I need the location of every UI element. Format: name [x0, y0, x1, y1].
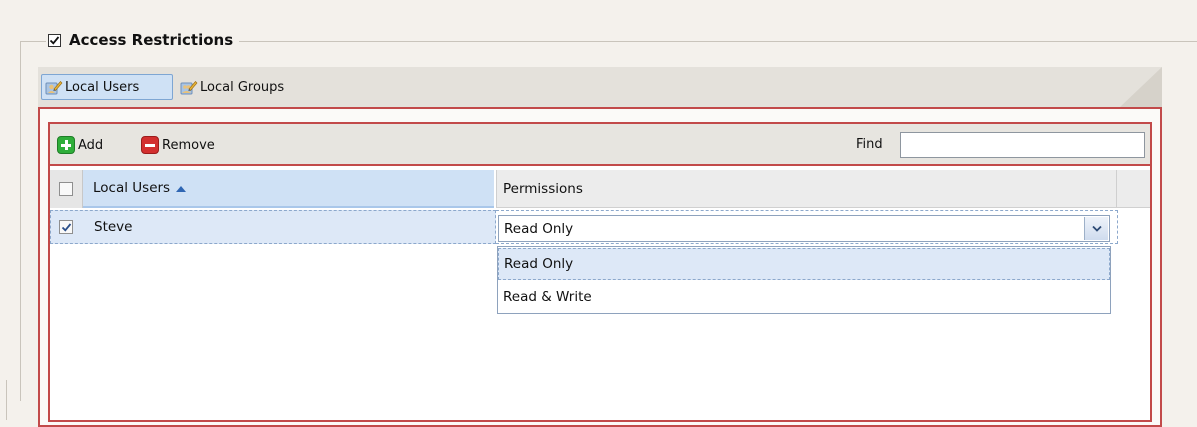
checkmark-icon [49, 35, 60, 45]
access-restrictions-checkbox[interactable] [48, 33, 61, 47]
add-icon [57, 136, 75, 154]
section-title: Access Restrictions [69, 31, 234, 49]
permission-select[interactable]: Read Only [498, 215, 1110, 242]
remove-button-label: Remove [162, 137, 215, 153]
dropdown-option-read-only[interactable]: Read Only [498, 248, 1110, 280]
permission-dropdown-list: Read Only Read & Write [497, 246, 1111, 314]
users-pencil-icon [45, 81, 63, 95]
add-button[interactable]: Add [57, 135, 103, 155]
select-all-checkbox[interactable] [59, 182, 73, 196]
sort-ascending-icon [176, 185, 187, 192]
column-header-filler [1116, 170, 1150, 208]
column-header-permissions-label: Permissions [503, 180, 583, 197]
find-input[interactable] [900, 132, 1145, 158]
column-header-local-users[interactable]: Local Users [83, 170, 494, 208]
fieldset-border-left [20, 41, 21, 401]
add-button-label: Add [78, 137, 104, 153]
remove-icon [141, 136, 159, 154]
select-all-header-cell [50, 170, 83, 208]
column-header-permissions[interactable]: Permissions [496, 170, 1116, 208]
tab-local-users-label: Local Users [65, 79, 140, 95]
dropdown-option-read-write[interactable]: Read & Write [498, 281, 1110, 313]
row-checkbox[interactable] [59, 220, 73, 234]
tab-local-users[interactable]: Local Users [41, 74, 173, 100]
row-user-name: Steve [94, 219, 133, 235]
tab-local-groups-label: Local Groups [200, 79, 285, 95]
row-user-cell[interactable]: Steve [50, 210, 496, 244]
access-restrictions-legend: Access Restrictions [46, 28, 240, 52]
outer-border-left [6, 380, 7, 420]
column-header-local-users-label: Local Users [93, 180, 171, 196]
dropdown-toggle-button[interactable] [1084, 217, 1108, 240]
chevron-down-icon [1091, 225, 1102, 232]
grid-toolbar: Add Remove Find [50, 124, 1150, 166]
grid-header: Local Users Permissions [50, 170, 1150, 208]
tab-local-groups[interactable]: Local Groups [177, 74, 317, 100]
groups-pencil-icon [180, 81, 198, 95]
tab-strip-fold [1120, 67, 1162, 107]
find-label: Find [856, 137, 883, 152]
checkmark-icon [61, 222, 71, 232]
tab-strip: Local Users Local Groups [38, 67, 1162, 107]
remove-button[interactable]: Remove [141, 135, 215, 155]
permission-select-value: Read Only [504, 221, 574, 237]
